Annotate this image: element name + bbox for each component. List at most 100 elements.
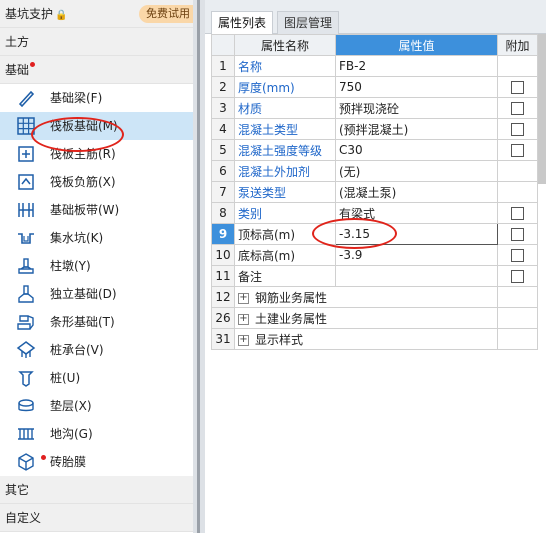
expand-plus-icon[interactable]: + bbox=[238, 334, 249, 346]
property-value[interactable]: (无) bbox=[335, 160, 498, 182]
nav-item-pile[interactable]: 桩(U) bbox=[0, 364, 193, 392]
property-value[interactable]: -3.9 bbox=[335, 244, 498, 266]
column-header-name: 属性名称 bbox=[234, 34, 336, 56]
row-number: 6 bbox=[211, 160, 235, 182]
add-checkbox[interactable] bbox=[511, 249, 524, 262]
property-value[interactable] bbox=[335, 265, 498, 287]
tab-layer-management[interactable]: 图层管理 bbox=[277, 11, 340, 34]
category-foundation-pit-support[interactable]: 基坑支护 🔒 免费试用 bbox=[0, 0, 193, 28]
group-label: 显示样式 bbox=[255, 332, 304, 347]
property-name: 名称 bbox=[234, 55, 336, 77]
category-other[interactable]: 其它 bbox=[0, 476, 193, 504]
property-row[interactable]: 8 类别 有梁式 bbox=[211, 202, 538, 224]
row-number: 8 bbox=[211, 202, 235, 224]
nav-item-brick-mold[interactable]: 砖胎膜 bbox=[0, 448, 193, 476]
nav-item-raft-grid[interactable]: 筏板基础(M) bbox=[0, 112, 193, 140]
nav-item-sump-pit[interactable]: 集水坑(K) bbox=[0, 224, 193, 252]
category-label: 土方 bbox=[5, 35, 30, 49]
add-cell bbox=[497, 118, 538, 140]
raft-neg-rebar-icon bbox=[16, 172, 36, 192]
category-label: 基坑支护 bbox=[5, 7, 54, 21]
property-value[interactable]: 有梁式 bbox=[335, 202, 498, 224]
category-foundation[interactable]: 基础 bbox=[0, 56, 193, 84]
nav-item-trench[interactable]: 地沟(G) bbox=[0, 420, 193, 448]
add-checkbox[interactable] bbox=[511, 144, 524, 157]
add-checkbox[interactable] bbox=[511, 207, 524, 220]
add-checkbox[interactable] bbox=[511, 270, 524, 283]
add-cell bbox=[497, 244, 538, 266]
property-value[interactable]: (混凝土泵) bbox=[335, 181, 498, 203]
property-value-editor[interactable]: -3.15 bbox=[335, 223, 498, 245]
add-cell bbox=[497, 76, 538, 98]
splitter-grip[interactable] bbox=[197, 0, 200, 533]
category-label: 自定义 bbox=[5, 511, 42, 525]
category-earthwork[interactable]: 土方 bbox=[0, 28, 193, 56]
vertical-scrollbar[interactable] bbox=[538, 34, 546, 184]
property-row[interactable]: 6 混凝土外加剂 (无) bbox=[211, 160, 538, 182]
add-checkbox[interactable] bbox=[511, 102, 524, 115]
red-dot-icon bbox=[41, 455, 46, 460]
property-row[interactable]: 11 备注 bbox=[211, 265, 538, 287]
add-cell bbox=[497, 55, 538, 77]
nav-item-cushion[interactable]: 垫层(X) bbox=[0, 392, 193, 420]
property-name: 混凝土类型 bbox=[234, 118, 336, 140]
nav-item-label: 独立基础(D) bbox=[50, 287, 117, 301]
property-panel: 属性列表 图层管理 属性名称 属性值 附加 1 名称 FB-2 2 厚度(mm) 750 3… bbox=[205, 0, 546, 533]
free-trial-badge[interactable]: 免费试用 bbox=[139, 5, 193, 23]
property-name: 类别 bbox=[234, 202, 336, 224]
add-checkbox[interactable] bbox=[511, 123, 524, 136]
expand-plus-icon[interactable]: + bbox=[238, 292, 249, 304]
property-row[interactable]: 10 底标高(m) -3.9 bbox=[211, 244, 538, 266]
property-row[interactable]: 7 泵送类型 (混凝土泵) bbox=[211, 181, 538, 203]
left-nav-panel: 基坑支护 🔒 免费试用 土方 基础 基础梁(F) 筏板基础(M) 筏板主筋(R) 筏板负… bbox=[0, 0, 193, 533]
row-number: 12 bbox=[211, 286, 235, 308]
property-name: 厚度(mm) bbox=[234, 76, 336, 98]
property-row[interactable]: 1 名称 FB-2 bbox=[211, 55, 538, 77]
nav-item-label: 基础梁(F) bbox=[50, 91, 103, 105]
nav-item-isolated-footing[interactable]: 独立基础(D) bbox=[0, 280, 193, 308]
add-checkbox[interactable] bbox=[511, 81, 524, 94]
property-value[interactable]: C30 bbox=[335, 139, 498, 161]
property-group-row[interactable]: 26 + 土建业务属性 bbox=[211, 307, 538, 329]
nav-item-label: 垫层(X) bbox=[50, 399, 92, 413]
property-group-row[interactable]: 12 + 钢筋业务属性 bbox=[211, 286, 538, 308]
property-group-row[interactable]: 31 + 显示样式 bbox=[211, 328, 538, 350]
group-cell: + 钢筋业务属性 bbox=[234, 286, 498, 308]
property-row[interactable]: 9 顶标高(m) -3.15 bbox=[211, 223, 538, 245]
property-row[interactable]: 4 混凝土类型 (预拌混凝土) bbox=[211, 118, 538, 140]
property-row[interactable]: 5 混凝土强度等级 C30 bbox=[211, 139, 538, 161]
group-label: 土建业务属性 bbox=[255, 311, 328, 326]
nav-item-raft-neg-rebar[interactable]: 筏板负筋(X) bbox=[0, 168, 193, 196]
nav-item-label: 桩承台(V) bbox=[50, 343, 104, 357]
row-number: 1 bbox=[211, 55, 235, 77]
nav-item-beam[interactable]: 基础梁(F) bbox=[0, 84, 193, 112]
property-value[interactable]: FB-2 bbox=[335, 55, 498, 77]
nav-item-label: 桩(U) bbox=[50, 371, 81, 385]
foundation-item-list: 基础梁(F) 筏板基础(M) 筏板主筋(R) 筏板负筋(X) 基础板带(W) 集水坑(K)… bbox=[0, 84, 193, 476]
property-name: 备注 bbox=[234, 265, 336, 287]
property-row[interactable]: 3 材质 预拌现浇砼 bbox=[211, 97, 538, 119]
property-table: 属性名称 属性值 附加 1 名称 FB-2 2 厚度(mm) 750 3 材质 预拌现浇砼 4 混凝… bbox=[211, 34, 538, 350]
property-name: 材质 bbox=[234, 97, 336, 119]
nav-item-pile-cap[interactable]: 桩承台(V) bbox=[0, 336, 193, 364]
tab-property-list[interactable]: 属性列表 bbox=[211, 11, 274, 35]
nav-item-column-pier[interactable]: 柱墩(Y) bbox=[0, 252, 193, 280]
nav-item-strip-footing[interactable]: 条形基础(T) bbox=[0, 308, 193, 336]
add-checkbox[interactable] bbox=[511, 228, 524, 241]
pile-icon bbox=[16, 368, 36, 388]
trench-icon bbox=[16, 424, 36, 444]
panel-tab-bar: 属性列表 图层管理 bbox=[205, 0, 546, 35]
nav-item-slab-strip[interactable]: 基础板带(W) bbox=[0, 196, 193, 224]
property-value[interactable]: 750 bbox=[335, 76, 498, 98]
property-row[interactable]: 2 厚度(mm) 750 bbox=[211, 76, 538, 98]
panel-splitter[interactable] bbox=[193, 0, 205, 533]
property-value[interactable]: (预拌混凝土) bbox=[335, 118, 498, 140]
row-number: 7 bbox=[211, 181, 235, 203]
expand-plus-icon[interactable]: + bbox=[238, 313, 249, 325]
category-custom[interactable]: 自定义 bbox=[0, 504, 193, 532]
nav-item-label: 条形基础(T) bbox=[50, 315, 115, 329]
property-value[interactable]: 预拌现浇砼 bbox=[335, 97, 498, 119]
property-name: 底标高(m) bbox=[234, 244, 336, 266]
category-label: 其它 bbox=[5, 483, 30, 497]
nav-item-raft-rebar[interactable]: 筏板主筋(R) bbox=[0, 140, 193, 168]
